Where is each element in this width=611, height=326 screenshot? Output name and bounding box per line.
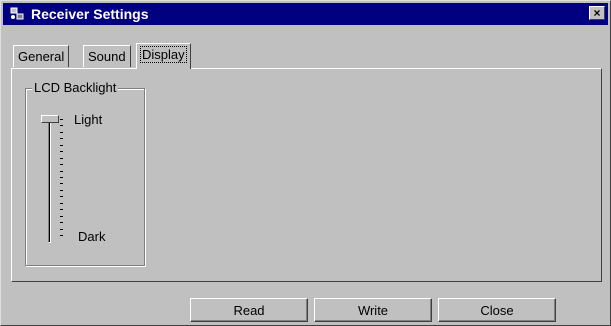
write-button[interactable]: Write — [314, 298, 432, 322]
slider-tick — [60, 202, 63, 204]
slider-tick — [60, 170, 63, 172]
tab-general[interactable]: General — [13, 45, 70, 67]
slider-tick — [60, 164, 63, 166]
lcd-backlight-group: LCD Backlight Light Dark — [25, 80, 145, 266]
slider-tick — [60, 228, 63, 230]
read-button[interactable]: Read — [190, 298, 308, 322]
tab-sound[interactable]: Sound — [83, 45, 131, 67]
slider-tick — [60, 235, 63, 236]
tab-sound-label: Sound — [88, 49, 126, 64]
slider-tick — [60, 151, 63, 153]
group-title: LCD Backlight — [32, 80, 119, 95]
slider-tick — [60, 157, 63, 159]
slider-min-label: Dark — [78, 229, 106, 244]
slider-tick — [60, 222, 63, 224]
slider-tick — [60, 125, 63, 127]
title-bar[interactable]: Receiver Settings × — [3, 3, 608, 25]
slider-tick — [60, 189, 63, 191]
close-icon[interactable]: × — [589, 6, 605, 20]
slider-tick — [60, 119, 63, 120]
window-title: Receiver Settings — [31, 6, 149, 22]
backlight-slider-track[interactable] — [48, 119, 51, 243]
slider-tick — [60, 215, 63, 217]
tab-display-label: Display — [140, 46, 187, 63]
slider-tick — [60, 131, 63, 133]
receiver-settings-window: Receiver Settings × General Sound Displa… — [0, 0, 611, 326]
slider-tick — [60, 183, 63, 185]
tab-display[interactable]: Display — [136, 43, 191, 69]
slider-max-label: Light — [74, 112, 103, 127]
backlight-slider-thumb[interactable] — [41, 115, 59, 123]
receiver-app-icon — [10, 7, 24, 20]
display-tab-panel: LCD Backlight Light Dark — [11, 68, 602, 282]
tab-general-label: General — [18, 49, 65, 64]
slider-tick — [60, 177, 63, 178]
slider-tick — [60, 144, 63, 146]
slider-tick — [60, 209, 63, 211]
close-button[interactable]: Close — [438, 298, 556, 322]
slider-tick — [60, 196, 63, 198]
slider-tick — [60, 138, 63, 140]
